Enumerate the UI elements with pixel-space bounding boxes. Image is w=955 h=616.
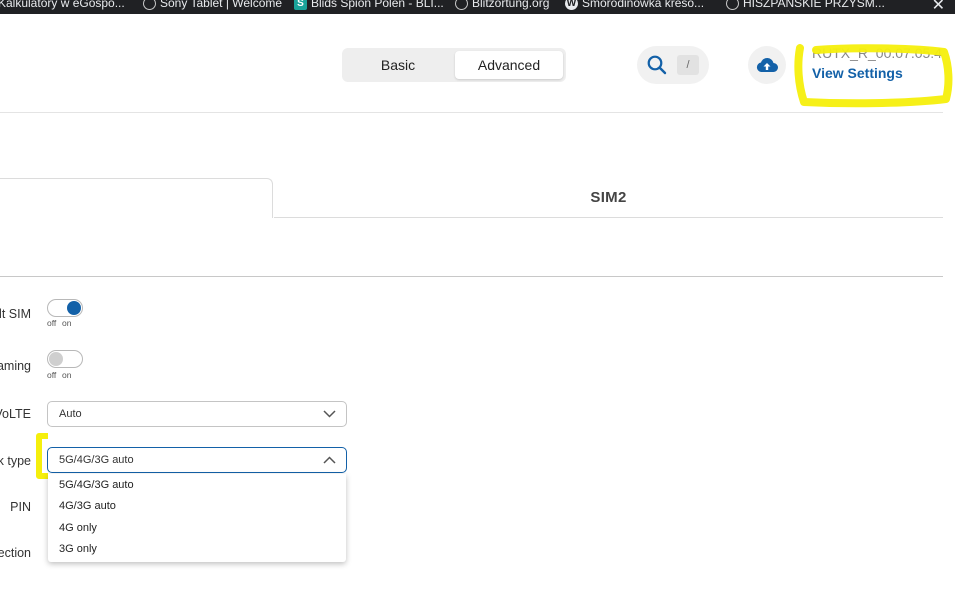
wordpress-icon: W [565,0,578,10]
volte-select[interactable]: Auto [47,401,347,427]
connection-label: ection [0,546,31,560]
bookmark-item[interactable]: W Smorodinowka kreso... [565,0,704,10]
tab-divider [274,217,943,218]
toggle-captions: off on [47,370,72,380]
globe-icon [726,0,739,10]
volte-label: VoLTE [0,407,31,421]
network-type-label: k type [0,454,31,468]
default-sim-toggle[interactable] [47,299,83,317]
basic-mode-button[interactable]: Basic [345,51,451,79]
bookmark-item[interactable]: Sony Tablet | Welcome [143,0,282,10]
globe-icon [455,0,468,10]
search-shortcut-key: / [677,55,699,75]
chevron-up-icon [323,456,336,464]
s-logo-icon: S [294,0,307,10]
network-type-select[interactable]: 5G/4G/3G auto [47,447,347,473]
roaming-label: aming [0,359,31,373]
dropdown-option[interactable]: 4G/3G auto [59,500,116,512]
advanced-mode-button[interactable]: Advanced [455,51,563,79]
dropdown-option[interactable]: 3G only [59,543,97,555]
cloud-upload-icon [756,58,778,72]
top-header: Basic Advanced / RUTX_R_00.07.05.4 View … [0,14,953,113]
close-icon[interactable]: ✕ [932,0,945,14]
bookmark-item[interactable]: S Blids Spion Polen - BLI... [294,0,444,10]
search-icon [647,55,667,75]
bookmarks-bar: Kalkulatory w eGospo... Sony Tablet | We… [0,0,955,14]
bookmark-item[interactable]: Kalkulatory w eGospo... [0,0,125,10]
toggle-knob [67,301,81,315]
cloud-upload-button[interactable] [748,46,786,84]
firmware-version: RUTX_R_00.07.05.4 [812,45,942,61]
chevron-down-icon [323,410,336,418]
network-type-dropdown: 5G/4G/3G auto 4G/3G auto 4G only 3G only [48,474,346,562]
globe-icon [143,0,156,10]
dropdown-option[interactable]: 5G/4G/3G auto [59,479,134,491]
dropdown-option[interactable]: 4G only [59,522,97,534]
bookmark-item[interactable]: Blitzortung.org [455,0,549,10]
tab-sim1[interactable] [0,178,273,218]
toggle-captions: off on [47,318,72,328]
search-button[interactable]: / [637,46,709,84]
tab-sim2[interactable]: SIM2 [274,178,943,218]
pin-label: PIN [10,500,31,514]
mode-switch: Basic Advanced [342,48,566,82]
section-divider [0,276,943,277]
roaming-toggle[interactable] [47,350,83,368]
view-settings-link[interactable]: View Settings [812,65,903,81]
toggle-knob [49,352,63,366]
bookmark-item[interactable]: HISZPAŃSKIE PRZYSM... [726,0,885,10]
default-sim-label: lt SIM [0,307,31,321]
